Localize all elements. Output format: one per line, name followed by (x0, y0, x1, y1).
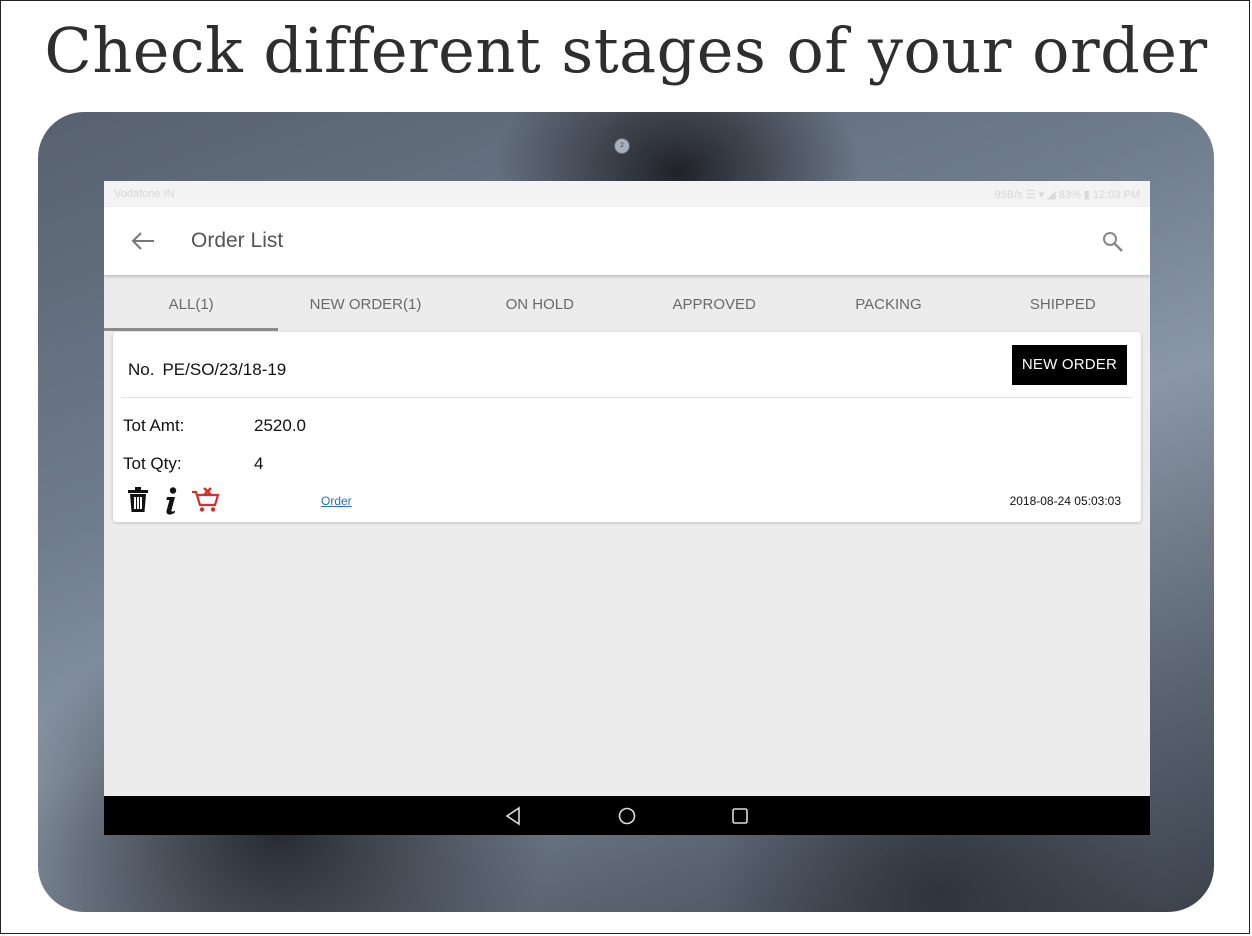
app-screen: Vodafone IN 95B/s ☰ ▾ ◢ 83% ▮ 12:03 PM O… (104, 181, 1150, 835)
back-arrow-icon[interactable] (130, 229, 156, 253)
delete-icon[interactable] (127, 487, 149, 513)
nav-back-icon[interactable] (504, 806, 524, 826)
tablet-frame: 2 Vodafone IN 95B/s ☰ ▾ ◢ 83% ▮ 12:03 PM… (38, 112, 1214, 912)
search-icon[interactable] (1102, 231, 1124, 253)
camera: 2 (614, 138, 630, 154)
tab-all[interactable]: ALL(1) (104, 281, 279, 331)
order-number-label: No. (128, 360, 155, 379)
promo-headline: Check different stages of your order (44, 14, 1208, 87)
info-icon[interactable] (163, 487, 179, 515)
order-stage-tabs: ALL(1) NEW ORDER(1) ON HOLD APPROVED PAC… (104, 281, 1150, 331)
order-card[interactable]: No. PE/SO/23/18-19 NEW ORDER Tot Amt: 252… (113, 332, 1141, 522)
order-number-value: PE/SO/23/18-19 (162, 360, 287, 379)
system-status: 95B/s ☰ ▾ ◢ 83% ▮ 12:03 PM (994, 189, 1140, 201)
total-qty-label: Tot Qty: (123, 454, 182, 473)
order-timestamp: 2018-08-24 05:03:03 (1009, 494, 1121, 508)
page-title: Order List (191, 229, 284, 252)
nav-recents-icon[interactable] (730, 806, 750, 826)
tab-packing[interactable]: PACKING (801, 281, 975, 331)
carrier-name: Vodafone IN (114, 188, 175, 200)
order-number: No. PE/SO/23/18-19 (128, 360, 286, 380)
cancel-cart-icon[interactable] (191, 487, 221, 513)
tab-new-order[interactable]: NEW ORDER(1) (278, 281, 452, 331)
status-badge: NEW ORDER (1011, 345, 1127, 385)
total-amount-label: Tot Amt: (123, 416, 185, 435)
order-link[interactable]: Order (321, 494, 352, 508)
tab-on-hold[interactable]: ON HOLD (453, 281, 627, 331)
status-bar: Vodafone IN 95B/s ☰ ▾ ◢ 83% ▮ 12:03 PM (104, 181, 1150, 207)
android-nav-bar (104, 796, 1150, 835)
total-amount-value: 2520.0 (254, 416, 306, 435)
total-qty-value: 4 (254, 454, 264, 473)
app-bar: Order List (104, 207, 1150, 275)
tab-approved[interactable]: APPROVED (627, 281, 801, 331)
nav-home-icon[interactable] (617, 806, 637, 826)
card-divider (121, 397, 1133, 398)
tab-shipped[interactable]: SHIPPED (976, 281, 1150, 331)
